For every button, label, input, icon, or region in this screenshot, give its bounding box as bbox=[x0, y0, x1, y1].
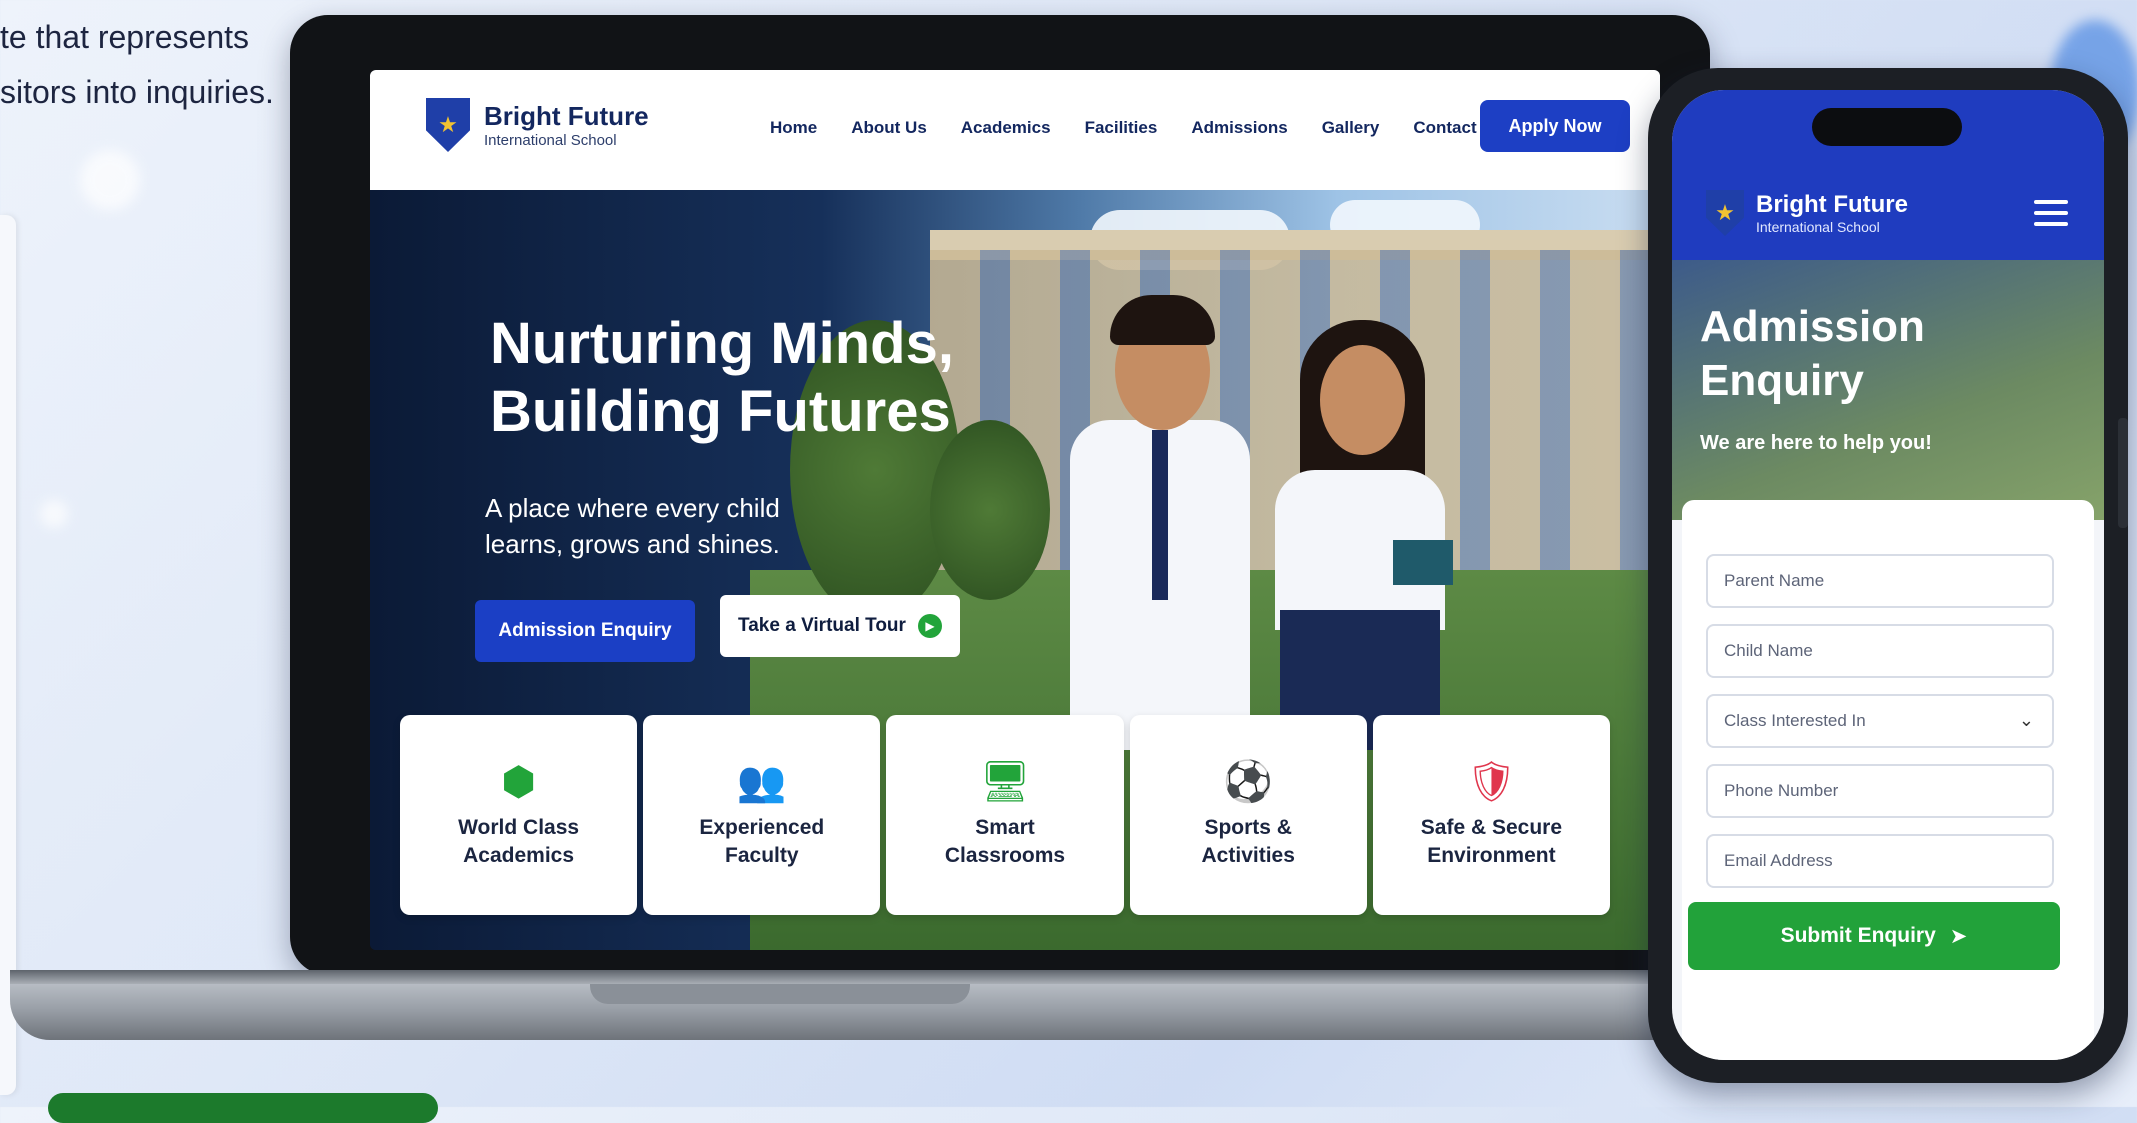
hero-section: Nurturing Minds, Building Futures A plac… bbox=[370, 190, 1660, 950]
caption-line-2: sitors into inquiries. bbox=[0, 74, 274, 110]
hero-title-line-1: Nurturing Minds, bbox=[490, 311, 954, 376]
nav-contact[interactable]: Contact bbox=[1413, 118, 1476, 138]
admission-enquiry-button[interactable]: Admission Enquiry bbox=[475, 600, 695, 662]
send-icon: ➤ bbox=[1949, 924, 1968, 948]
smartboard-icon: 🖥 bbox=[979, 760, 1031, 804]
virtual-tour-label: Take a Virtual Tour bbox=[738, 615, 906, 636]
student-girl-image bbox=[1265, 310, 1455, 750]
caption-line-1: te that represents bbox=[0, 19, 250, 55]
phone-brand-name: Bright Future bbox=[1756, 191, 1908, 218]
parent-name-field[interactable]: Parent Name bbox=[1706, 554, 2054, 608]
left-panel-edge bbox=[0, 215, 16, 1095]
phone-page-title: Admission Enquiry bbox=[1700, 300, 1925, 408]
play-icon: ▶ bbox=[917, 614, 942, 638]
faculty-icon: 👥 bbox=[736, 760, 787, 804]
feature-card[interactable]: 🖥 Smart Classrooms bbox=[886, 715, 1124, 915]
laptop-base bbox=[10, 970, 1890, 1040]
phone-number-placeholder: Phone Number bbox=[1724, 781, 1839, 800]
background-glow bbox=[40, 500, 68, 528]
apply-now-button[interactable]: Apply Now bbox=[1480, 100, 1630, 152]
sports-icon: ⚽ bbox=[1223, 760, 1274, 804]
feature-card[interactable]: ⚽ Sports & Activities bbox=[1129, 715, 1367, 915]
nav-links: Home About Us Academics Facilities Admis… bbox=[770, 118, 1477, 138]
phone-brand-subtitle: International School bbox=[1756, 219, 1880, 235]
phone-subtitle: We are here to help you! bbox=[1700, 432, 1932, 454]
enquiry-form: Parent Name Child Name Class Interested … bbox=[1682, 500, 2094, 1060]
feature-card[interactable]: 👥 Experienced Faculty bbox=[643, 715, 881, 915]
phone-screen: ★ Bright Future International School Adm… bbox=[1672, 90, 2104, 1060]
feature-cards: ⬢ World Class Academics 👥 Experienced Fa… bbox=[400, 715, 1611, 915]
shield-check-icon: 🛡 bbox=[1466, 760, 1517, 804]
laptop-mockup: ★ Bright Future International School Hom… bbox=[10, 15, 1890, 1040]
brand-name: Bright Future bbox=[484, 101, 649, 131]
tree-decoration bbox=[930, 420, 1050, 600]
submit-enquiry-label: Submit Enquiry bbox=[1780, 924, 1936, 947]
child-name-field[interactable]: Child Name bbox=[1706, 624, 2054, 678]
hero-subtitle-line-2: learns, grows and shines. bbox=[485, 529, 780, 559]
background-glow bbox=[80, 150, 140, 210]
nav-home[interactable]: Home bbox=[770, 118, 817, 138]
student-boy-image bbox=[1060, 270, 1260, 750]
feature-card[interactable]: 🛡 Safe & Secure Environment bbox=[1372, 715, 1611, 915]
submit-enquiry-button[interactable]: Submit Enquiry ➤ bbox=[1688, 902, 2060, 970]
class-interested-select[interactable]: Class Interested In ⌄ bbox=[1706, 694, 2054, 748]
site-navbar: ★ Bright Future International School Hom… bbox=[370, 70, 1660, 190]
hero-subtitle-line-1: A place where every child bbox=[485, 493, 780, 523]
nav-about[interactable]: About Us bbox=[851, 118, 927, 138]
feature-label: Sports & Activities bbox=[1201, 816, 1295, 867]
parent-name-placeholder: Parent Name bbox=[1724, 571, 1825, 590]
school-crest-icon: ★ bbox=[426, 98, 470, 152]
site-logo[interactable]: ★ Bright Future International School bbox=[426, 98, 649, 152]
phone-side-button bbox=[2118, 418, 2128, 528]
child-name-placeholder: Child Name bbox=[1724, 641, 1813, 660]
laptop-trackpad-notch bbox=[590, 984, 970, 1004]
feature-label: Experienced Faculty bbox=[699, 816, 825, 867]
green-button-edge bbox=[48, 1093, 438, 1123]
cube-icon: ⬢ bbox=[501, 760, 537, 804]
school-crest-icon: ★ bbox=[1706, 190, 1744, 236]
feature-label: Smart Classrooms bbox=[944, 816, 1066, 867]
phone-title-line-2: Enquiry bbox=[1700, 356, 1864, 405]
class-interested-placeholder: Class Interested In bbox=[1724, 711, 1866, 730]
email-placeholder: Email Address bbox=[1724, 851, 1833, 870]
hamburger-menu-icon[interactable] bbox=[2034, 200, 2068, 226]
nav-academics[interactable]: Academics bbox=[961, 118, 1051, 138]
laptop-bezel: ★ Bright Future International School Hom… bbox=[290, 15, 1710, 975]
nav-admissions[interactable]: Admissions bbox=[1191, 118, 1287, 138]
dynamic-island bbox=[1812, 108, 1962, 146]
phone-title-line-1: Admission bbox=[1700, 302, 1925, 351]
phone-number-field[interactable]: Phone Number bbox=[1706, 764, 2054, 818]
chevron-down-icon: ⌄ bbox=[2018, 710, 2034, 730]
marketing-caption: te that represents sitors into inquiries… bbox=[0, 10, 320, 120]
feature-card[interactable]: ⬢ World Class Academics bbox=[400, 715, 638, 915]
nav-facilities[interactable]: Facilities bbox=[1085, 118, 1158, 138]
laptop-screen: ★ Bright Future International School Hom… bbox=[370, 70, 1660, 950]
virtual-tour-button[interactable]: Take a Virtual Tour ▶ bbox=[720, 595, 960, 657]
email-field[interactable]: Email Address bbox=[1706, 834, 2054, 888]
brand-subtitle: International School bbox=[484, 132, 617, 149]
feature-label: Safe & Secure Environment bbox=[1420, 816, 1563, 867]
nav-gallery[interactable]: Gallery bbox=[1322, 118, 1380, 138]
hero-title-line-2: Building Futures bbox=[490, 379, 951, 444]
phone-logo[interactable]: ★ Bright Future International School bbox=[1706, 190, 1908, 236]
hero-title: Nurturing Minds, Building Futures bbox=[490, 310, 1010, 446]
hero-subtitle: A place where every child learns, grows … bbox=[485, 490, 865, 562]
feature-label: World Class Academics bbox=[458, 816, 580, 867]
phone-mockup: ★ Bright Future International School Adm… bbox=[1648, 68, 2128, 1083]
